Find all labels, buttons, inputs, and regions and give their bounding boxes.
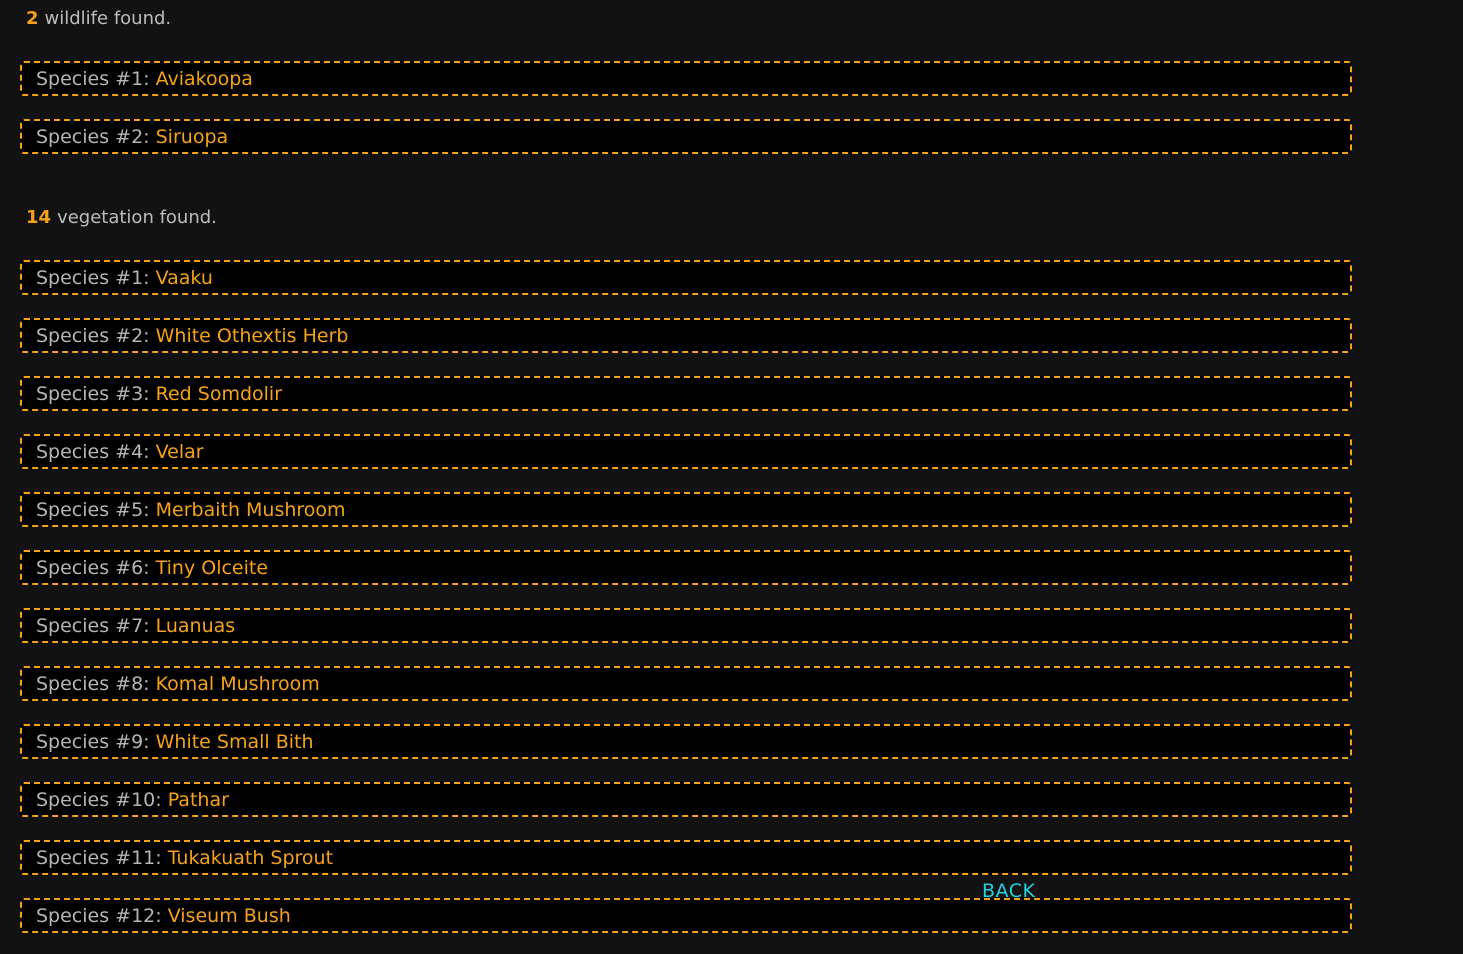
vegetation-item[interactable]: Species #1: Vaaku: [20, 260, 1352, 295]
species-number: Species #1:: [36, 68, 156, 90]
species-name: White Othextis Herb: [155, 325, 349, 347]
wildlife-item[interactable]: Species #1: Aviakoopa: [20, 61, 1352, 96]
species-number: Species #10:: [36, 789, 168, 811]
vegetation-item[interactable]: Species #2: White Othextis Herb: [20, 318, 1352, 353]
species-name: White Small Bith: [155, 731, 314, 753]
species-number: Species #5:: [36, 499, 156, 521]
species-number: Species #1:: [36, 267, 156, 289]
species-number: Species #2:: [36, 126, 156, 148]
species-number: Species #6:: [36, 557, 156, 579]
species-name: Viseum Bush: [167, 905, 291, 927]
species-page: 2 wildlife found. Species #1: Aviakoopa S…: [0, 0, 1463, 954]
vegetation-summary-text: vegetation found.: [57, 207, 217, 228]
species-number: Species #9:: [36, 731, 156, 753]
species-name: Tukakuath Sprout: [167, 847, 334, 869]
species-name: Tiny Olceite: [155, 557, 269, 579]
wildlife-count: 2: [26, 8, 39, 29]
vegetation-item[interactable]: Species #9: White Small Bith: [20, 724, 1352, 759]
wildlife-summary: 2 wildlife found.: [26, 8, 171, 30]
vegetation-summary: 14 vegetation found.: [26, 207, 217, 229]
species-name: Pathar: [167, 789, 229, 811]
species-number: Species #7:: [36, 615, 156, 637]
species-name: Merbaith Mushroom: [155, 499, 346, 521]
species-number: Species #11:: [36, 847, 168, 869]
vegetation-item[interactable]: Species #3: Red Somdolir: [20, 376, 1352, 411]
species-number: Species #12:: [36, 905, 168, 927]
back-button[interactable]: BACK: [982, 880, 1035, 902]
vegetation-item[interactable]: Species #6: Tiny Olceite: [20, 550, 1352, 585]
species-number: Species #4:: [36, 441, 156, 463]
wildlife-item[interactable]: Species #2: Siruopa: [20, 119, 1352, 154]
species-number: Species #2:: [36, 325, 156, 347]
vegetation-item[interactable]: Species #12: Viseum Bush: [20, 898, 1352, 933]
vegetation-item[interactable]: Species #7: Luanuas: [20, 608, 1352, 643]
vegetation-list: Species #1: Vaaku Species #2: White Othe…: [20, 260, 1352, 954]
species-number: Species #8:: [36, 673, 156, 695]
vegetation-item[interactable]: Species #4: Velar: [20, 434, 1352, 469]
species-name: Velar: [155, 441, 204, 463]
species-name: Aviakoopa: [155, 68, 253, 90]
species-name: Komal Mushroom: [155, 673, 320, 695]
species-name: Siruopa: [155, 126, 229, 148]
vegetation-count: 14: [26, 207, 52, 228]
vegetation-item[interactable]: Species #8: Komal Mushroom: [20, 666, 1352, 701]
wildlife-summary-text: wildlife found.: [44, 8, 172, 29]
species-name: Red Somdolir: [155, 383, 283, 405]
vegetation-item[interactable]: Species #11: Tukakuath Sprout: [20, 840, 1352, 875]
vegetation-item[interactable]: Species #5: Merbaith Mushroom: [20, 492, 1352, 527]
vegetation-item[interactable]: Species #10: Pathar: [20, 782, 1352, 817]
species-name: Luanuas: [155, 615, 236, 637]
species-number: Species #3:: [36, 383, 156, 405]
wildlife-list: Species #1: Aviakoopa Species #2: Siruop…: [20, 61, 1352, 177]
species-name: Vaaku: [155, 267, 213, 289]
